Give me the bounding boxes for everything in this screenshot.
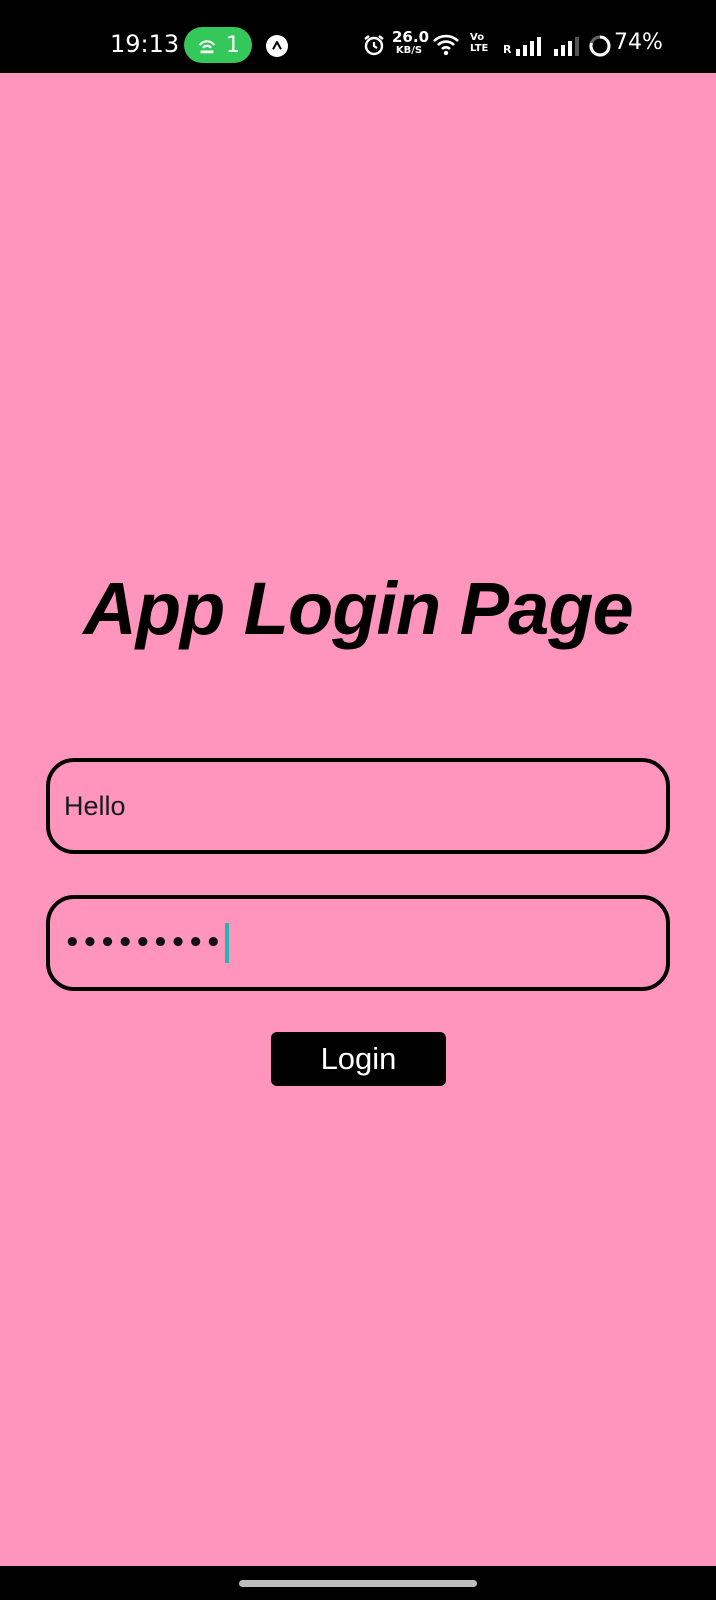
status-bar: 19:13 1 26.0 KB/S Vo LTE R 74% [0,0,716,73]
status-time: 19:13 [110,30,180,58]
navigation-bar [0,1566,716,1600]
wifi-icon [433,34,459,56]
roaming-indicator: R [503,43,512,56]
hotspot-count: 1 [226,32,240,58]
username-value: Hello [64,790,126,821]
gesture-handle[interactable] [239,1580,477,1587]
password-field[interactable]: ••••••••• [46,895,670,991]
battery-icon [589,35,611,57]
app-notification-icon [266,35,288,57]
signal-strength-icon [554,37,579,56]
hotspot-indicator[interactable]: 1 [184,27,252,63]
username-field[interactable]: Hello [46,758,670,854]
battery-percentage: 74% [614,30,663,55]
volte-icon: Vo LTE [470,32,489,54]
page-title: App Login Page [83,567,633,650]
alarm-icon [364,35,384,56]
hotspot-icon [198,40,216,54]
network-speed: 26.0 KB/S [392,28,430,56]
login-button[interactable]: Login [271,1032,446,1086]
text-cursor [224,923,229,963]
password-value: ••••••••• [64,928,223,958]
signal-strength-icon [516,37,541,56]
